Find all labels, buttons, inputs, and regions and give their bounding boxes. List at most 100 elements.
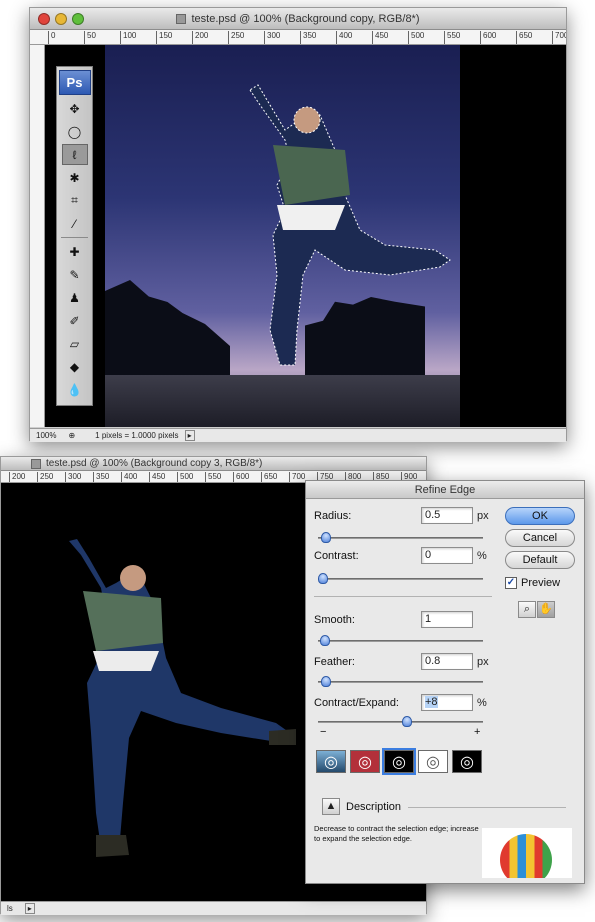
cancel-button[interactable]: Cancel bbox=[505, 529, 575, 547]
radius-unit: px bbox=[477, 510, 489, 522]
quick-mask-mode-icon[interactable]: ◎ bbox=[350, 750, 380, 773]
bottom-status-bar: ls ▸ bbox=[1, 901, 426, 915]
brush-tool-icon[interactable]: ✎ bbox=[62, 264, 88, 285]
feather-slider[interactable] bbox=[318, 676, 483, 687]
ruler-tick-label: 600 bbox=[480, 31, 496, 44]
contrast-unit: % bbox=[477, 550, 487, 562]
ruler-tick-label: 550 bbox=[205, 472, 221, 482]
preview-label: Preview bbox=[521, 577, 561, 589]
history-brush-tool-icon[interactable]: ✐ bbox=[62, 310, 88, 331]
move-tool-icon[interactable]: ✥ bbox=[62, 98, 88, 119]
top-canvas[interactable] bbox=[45, 45, 566, 427]
hand-tool-icon[interactable]: ✋ bbox=[537, 601, 555, 618]
top-window-titlebar[interactable]: teste.psd @ 100% (Background copy, RGB/8… bbox=[30, 8, 566, 30]
horizontal-ruler[interactable]: 0 50 100 150 200 250 300 350 400 450 500 550 600 650 7… bbox=[30, 30, 566, 45]
ruler-tick-label: 700 bbox=[289, 472, 305, 482]
plus-label: + bbox=[474, 726, 481, 738]
contract-expand-slider-thumb[interactable] bbox=[401, 716, 412, 727]
smooth-slider[interactable] bbox=[318, 635, 483, 646]
status-menu-icon[interactable]: ⊕ bbox=[62, 431, 81, 440]
ruler-tick-label: 400 bbox=[121, 472, 137, 482]
feather-field[interactable]: 0.8 bbox=[421, 653, 473, 670]
ruler-tick-label: 600 bbox=[233, 472, 249, 482]
eraser-tool-icon[interactable]: ▱ bbox=[62, 333, 88, 354]
jumping-person-figure bbox=[249, 84, 451, 366]
zoom-tool-icon[interactable]: ⌕ bbox=[518, 601, 536, 618]
ruler-tick-label: 50 bbox=[84, 31, 96, 44]
ruler-tick-label: 250 bbox=[37, 472, 53, 482]
on-white-mode-icon[interactable]: ◎ bbox=[418, 750, 448, 773]
radius-field[interactable]: 0.5 bbox=[421, 507, 473, 524]
bottom-window-title: teste.psd @ 100% (Background copy 3, RGB… bbox=[46, 458, 263, 469]
ruler-tick-label: 150 bbox=[156, 31, 172, 44]
ruler-tick-label: 250 bbox=[228, 31, 244, 44]
preview-checkbox[interactable]: ✓ bbox=[505, 577, 517, 589]
status-arrow-icon[interactable]: ▸ bbox=[24, 903, 35, 914]
bottom-window-titlebar[interactable]: teste.psd @ 100% (Background copy 3, RGB… bbox=[1, 457, 426, 471]
magic-wand-tool-icon[interactable]: ✱ bbox=[62, 167, 88, 188]
paint-bucket-tool-icon[interactable]: ◆ bbox=[62, 356, 88, 377]
zoom-level[interactable]: 100% bbox=[30, 431, 62, 440]
ruler-tick-label: 650 bbox=[261, 472, 277, 482]
ruler-tick-label: 400 bbox=[336, 31, 352, 44]
default-button[interactable]: Default bbox=[505, 551, 575, 569]
status-fragment: ls bbox=[7, 904, 13, 913]
ruler-tick-label: 550 bbox=[444, 31, 460, 44]
radius-slider-thumb[interactable] bbox=[321, 532, 332, 543]
contract-expand-label: Contract/Expand: bbox=[314, 697, 399, 709]
ok-button[interactable]: OK bbox=[505, 507, 575, 525]
crop-tool-icon[interactable]: ⌗ bbox=[62, 190, 88, 211]
smooth-slider-thumb[interactable] bbox=[319, 635, 330, 646]
ruler-tick-label: 450 bbox=[149, 472, 165, 482]
description-divider bbox=[408, 807, 566, 808]
photoshop-logo-icon[interactable]: Ps bbox=[58, 70, 91, 95]
document-icon bbox=[31, 458, 41, 469]
on-black-mode-icon[interactable]: ◎ bbox=[382, 748, 416, 775]
balloon-preview-image bbox=[482, 828, 572, 878]
mask-mode-icon[interactable]: ◎ bbox=[452, 750, 482, 773]
contrast-slider[interactable] bbox=[318, 573, 483, 584]
ruler-tick-label: 450 bbox=[372, 31, 388, 44]
ruler-tick-label: 200 bbox=[9, 472, 25, 482]
contrast-field[interactable]: 0 bbox=[421, 547, 473, 564]
window-controls bbox=[38, 13, 84, 25]
feather-label: Feather: bbox=[314, 656, 355, 668]
radius-slider[interactable] bbox=[318, 532, 483, 543]
lasso-tool-icon[interactable]: ℓ bbox=[61, 144, 88, 165]
ruler-tick-label: 350 bbox=[93, 472, 109, 482]
ruler-tick-label: 350 bbox=[300, 31, 316, 44]
standard-mode-icon[interactable]: ◎ bbox=[316, 750, 346, 773]
feather-slider-thumb[interactable] bbox=[321, 676, 332, 687]
contract-expand-slider[interactable] bbox=[318, 716, 483, 727]
close-window-button[interactable] bbox=[38, 13, 50, 25]
ruler-tick-label: 650 bbox=[516, 31, 532, 44]
ruler-tick-label: 0 bbox=[48, 31, 55, 44]
description-text: Decrease to contract the selection edge;… bbox=[314, 824, 479, 843]
contrast-label: Contrast: bbox=[314, 550, 359, 562]
document-info: 1 pixels = 1.0000 pixels bbox=[95, 431, 179, 440]
document-icon bbox=[176, 13, 187, 24]
status-arrow-icon[interactable]: ▸ bbox=[184, 430, 195, 441]
healing-brush-tool-icon[interactable]: ✚ bbox=[62, 241, 88, 262]
slice-tool-icon[interactable]: ⁄ bbox=[62, 213, 88, 234]
contract-expand-unit: % bbox=[477, 697, 487, 709]
tool-divider bbox=[61, 234, 88, 238]
description-toggle-icon[interactable]: ▲ bbox=[322, 798, 340, 815]
minus-label: − bbox=[320, 726, 327, 738]
vertical-ruler[interactable] bbox=[30, 45, 45, 427]
contrast-slider-thumb[interactable] bbox=[318, 573, 328, 584]
zoom-window-button[interactable] bbox=[72, 13, 84, 25]
blur-tool-icon[interactable]: 💧 bbox=[62, 379, 88, 400]
ruler-tick-label: 700 bbox=[552, 31, 566, 44]
top-document-window: teste.psd @ 100% (Background copy, RGB/8… bbox=[29, 7, 567, 442]
ruler-tick-label: 200 bbox=[192, 31, 208, 44]
clone-stamp-tool-icon[interactable]: ♟ bbox=[62, 287, 88, 308]
contract-expand-field[interactable]: +8 bbox=[421, 694, 473, 711]
dialog-title[interactable]: Refine Edge bbox=[306, 481, 584, 499]
tools-panel: Ps ✥ ◯ ℓ ✱ ⌗ ⁄ ✚ ✎ ♟ ✐ ▱ ◆ 💧 bbox=[56, 66, 93, 406]
smooth-field[interactable]: 1 bbox=[421, 611, 473, 628]
smooth-label: Smooth: bbox=[314, 614, 355, 626]
ruler-tick-label: 500 bbox=[177, 472, 193, 482]
minimize-window-button[interactable] bbox=[55, 13, 67, 25]
marquee-tool-icon[interactable]: ◯ bbox=[62, 121, 88, 142]
